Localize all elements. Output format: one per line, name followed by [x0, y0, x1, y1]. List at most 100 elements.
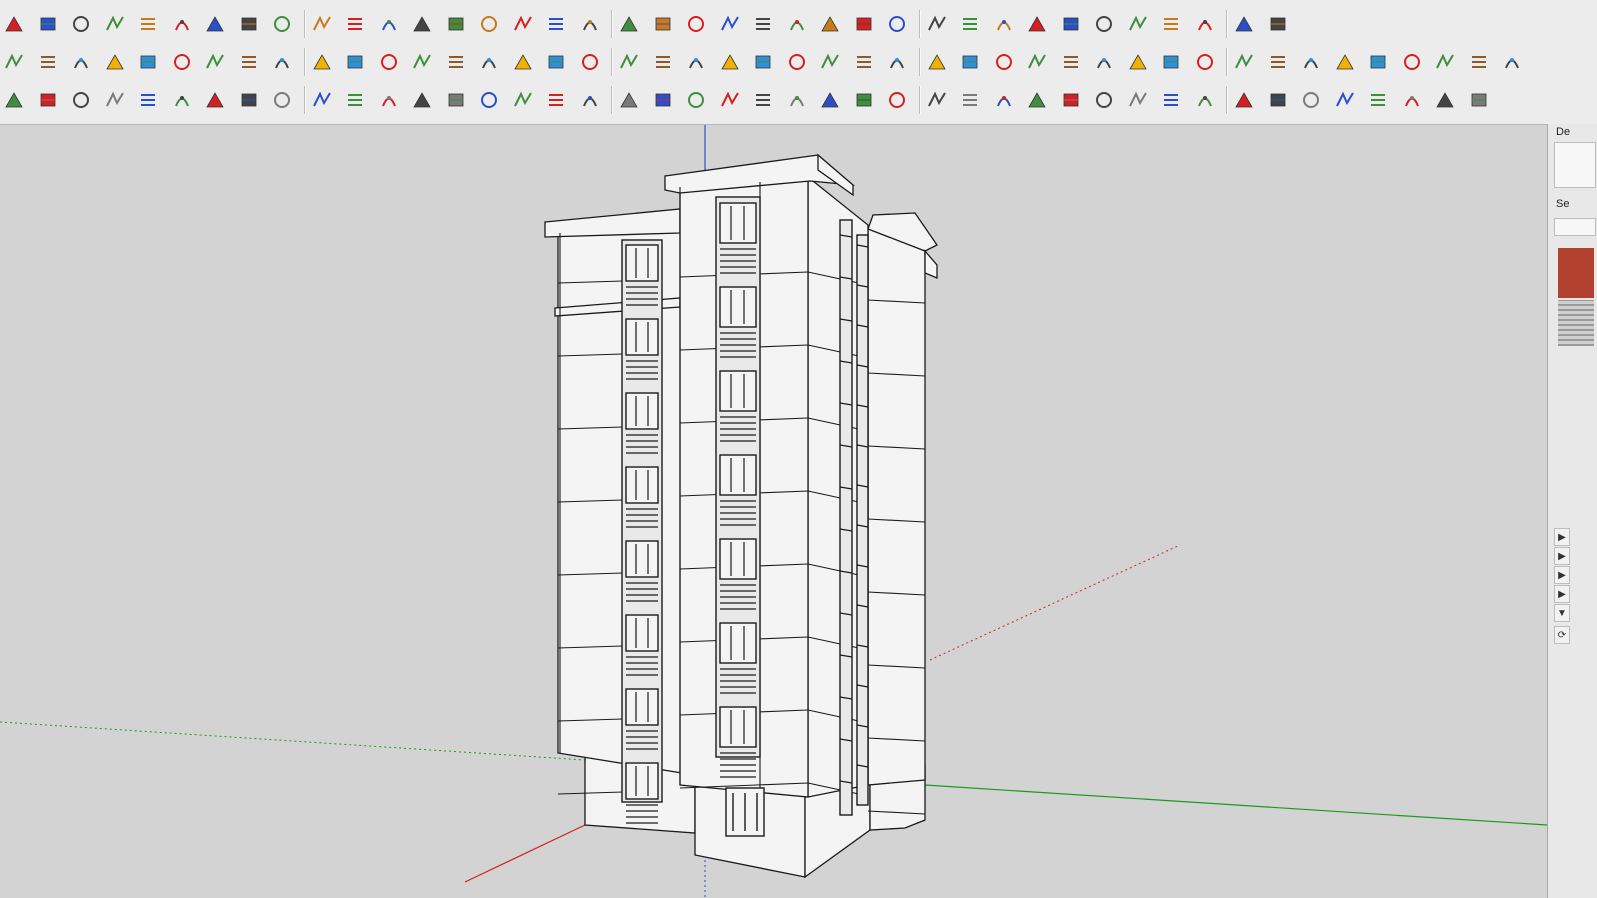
move-icon[interactable]: [34, 10, 62, 38]
paint-icon[interactable]: [67, 10, 95, 38]
paint-bucket-icon[interactable]: [1398, 48, 1426, 76]
shape-paint-icon[interactable]: [1431, 48, 1459, 76]
page-icon[interactable]: [268, 48, 296, 76]
rotate-icon[interactable]: [168, 10, 196, 38]
bevel-icon[interactable]: [649, 10, 677, 38]
layers-icon[interactable]: [1057, 10, 1085, 38]
dome-icon[interactable]: [1124, 10, 1152, 38]
stripes-icon[interactable]: [1230, 10, 1258, 38]
pyramid-icon[interactable]: [576, 48, 604, 76]
glass-icon[interactable]: [1124, 48, 1152, 76]
hook-icon[interactable]: [408, 86, 436, 114]
roof-icon[interactable]: [682, 10, 710, 38]
grid-plane-icon[interactable]: [1023, 48, 1051, 76]
loft-icon[interactable]: [442, 10, 470, 38]
cone-icon[interactable]: [542, 48, 570, 76]
cloud-icon[interactable]: [1331, 86, 1359, 114]
ring-icon[interactable]: [716, 48, 744, 76]
tile-icon[interactable]: [134, 48, 162, 76]
hatch-icon[interactable]: [1023, 10, 1051, 38]
target-icon[interactable]: [749, 48, 777, 76]
polyline-icon[interactable]: [101, 86, 129, 114]
frame-split-icon[interactable]: [1230, 86, 1258, 114]
s-curve-icon[interactable]: [375, 86, 403, 114]
door-icon[interactable]: [235, 48, 263, 76]
circle-icon[interactable]: [542, 86, 570, 114]
scenes-label[interactable]: Se: [1556, 198, 1569, 210]
h-line-minus-icon[interactable]: [1023, 86, 1051, 114]
follow-me-icon[interactable]: [134, 10, 162, 38]
section-icon[interactable]: [235, 10, 263, 38]
roof-tile-icon[interactable]: [1297, 86, 1325, 114]
solid-icon[interactable]: [201, 10, 229, 38]
undo-icon[interactable]: [816, 48, 844, 76]
model-viewport[interactable]: [0, 125, 1547, 898]
line-icon[interactable]: [0, 10, 28, 38]
bezier-icon[interactable]: [201, 86, 229, 114]
path-icon[interactable]: [408, 48, 436, 76]
curl-icon[interactable]: [649, 48, 677, 76]
panel-x-icon[interactable]: [1057, 86, 1085, 114]
subtract-icon[interactable]: [956, 48, 984, 76]
refresh-icon[interactable]: ⟳: [1554, 626, 1570, 644]
house-icon[interactable]: [1264, 10, 1292, 38]
board-icon[interactable]: [101, 48, 129, 76]
stair-icon[interactable]: [509, 10, 537, 38]
wall-icon[interactable]: [1090, 10, 1118, 38]
scatter-icon[interactable]: [1191, 48, 1219, 76]
scale-down-icon[interactable]: [816, 86, 844, 114]
cup-icon[interactable]: [783, 48, 811, 76]
align-justify-icon[interactable]: [923, 86, 951, 114]
export-icon[interactable]: [1465, 86, 1493, 114]
spiral-tool-icon[interactable]: [308, 86, 336, 114]
sphere-icon[interactable]: [1157, 10, 1185, 38]
zigzag-icon[interactable]: [134, 86, 162, 114]
join-icon[interactable]: [783, 10, 811, 38]
copy-icon[interactable]: [1398, 86, 1426, 114]
half-arc-icon[interactable]: [341, 86, 369, 114]
check-icon[interactable]: [509, 86, 537, 114]
paste-icon[interactable]: [1431, 86, 1459, 114]
tray-arrow-button[interactable]: ▼: [1554, 604, 1570, 622]
material-swatch-red[interactable]: [1558, 248, 1594, 298]
x-icon[interactable]: [509, 48, 537, 76]
slab-icon[interactable]: [34, 48, 62, 76]
eraser-icon[interactable]: [1364, 48, 1392, 76]
box-icon[interactable]: [308, 48, 336, 76]
corner-arc-icon[interactable]: [442, 86, 470, 114]
light-icon[interactable]: [0, 86, 28, 114]
slope-icon[interactable]: [749, 10, 777, 38]
wrench-icon[interactable]: [576, 86, 604, 114]
pipe-icon[interactable]: [475, 10, 503, 38]
scale-icon[interactable]: [1498, 48, 1526, 76]
trim-icon[interactable]: [375, 10, 403, 38]
tiles-icon[interactable]: [716, 86, 744, 114]
triangle-icon[interactable]: [615, 48, 643, 76]
panel-diag-icon[interactable]: [1124, 86, 1152, 114]
gear-icon[interactable]: [850, 10, 878, 38]
hand-icon[interactable]: [576, 10, 604, 38]
tray-arrow-button[interactable]: ▶: [1554, 547, 1570, 565]
flip-icon[interactable]: [268, 10, 296, 38]
pen-icon[interactable]: [1297, 48, 1325, 76]
texture-icon[interactable]: [1157, 48, 1185, 76]
tube-icon[interactable]: [923, 10, 951, 38]
brick-icon[interactable]: [1264, 86, 1292, 114]
default-tray-label[interactable]: De: [1556, 126, 1570, 138]
cross-move-icon[interactable]: [475, 48, 503, 76]
align-left-icon[interactable]: [850, 86, 878, 114]
select-icon[interactable]: [749, 86, 777, 114]
panel-icon[interactable]: [1090, 48, 1118, 76]
extend-icon[interactable]: [408, 10, 436, 38]
grid-select-icon[interactable]: [1264, 48, 1292, 76]
corner-icon[interactable]: [375, 48, 403, 76]
link-icon[interactable]: [341, 48, 369, 76]
intersect-icon[interactable]: [990, 48, 1018, 76]
tray-arrow-button[interactable]: ▶: [1554, 566, 1570, 584]
mesh-icon[interactable]: [990, 10, 1018, 38]
plane-icon[interactable]: [716, 10, 744, 38]
checker-icon[interactable]: [1364, 86, 1392, 114]
tree-icon[interactable]: [850, 48, 878, 76]
spiral-icon[interactable]: [682, 48, 710, 76]
model-canvas[interactable]: [0, 125, 1547, 898]
